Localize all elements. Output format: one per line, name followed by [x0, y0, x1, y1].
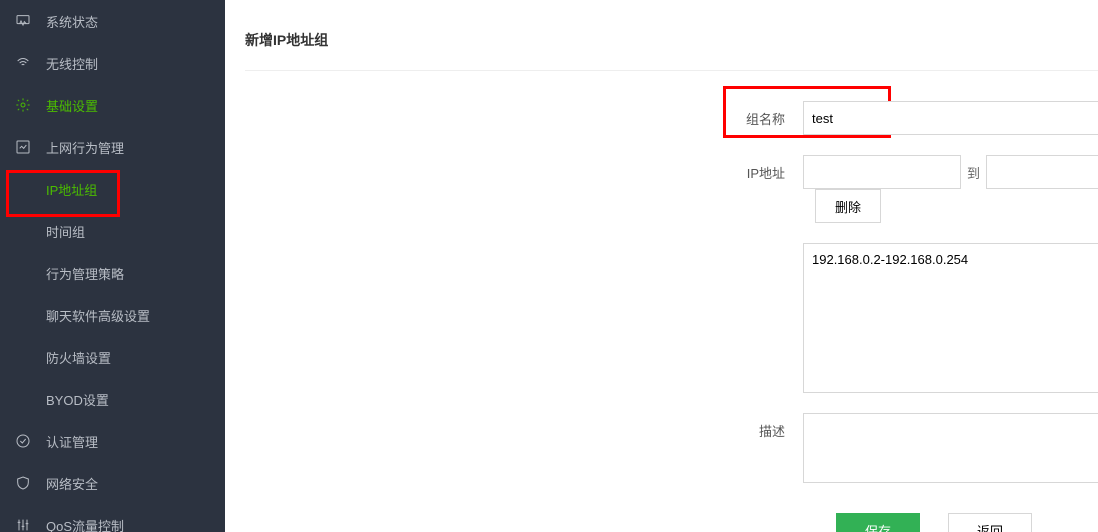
- group-name-label: 组名称: [245, 101, 803, 128]
- sidebar-sub-ip-group[interactable]: IP地址组: [0, 168, 225, 210]
- sidebar-item-qos[interactable]: QoS流量控制: [0, 504, 225, 532]
- description-label: 描述: [245, 413, 803, 440]
- sidebar: 系统状态 无线控制 基础设置 上网行为管理 IP地址组 时间组 行为管理策略 聊…: [0, 0, 225, 532]
- sidebar-label: 无线控制: [46, 54, 98, 73]
- sidebar-label: 认证管理: [46, 432, 98, 451]
- ip-list-textarea[interactable]: [803, 243, 1098, 393]
- save-button[interactable]: 保存: [836, 513, 920, 532]
- gear-icon: [14, 96, 32, 114]
- delete-button[interactable]: 删除: [815, 189, 881, 223]
- sidebar-label: 系统状态: [46, 12, 98, 31]
- page-title: 新增IP地址组: [245, 20, 1098, 71]
- group-name-input[interactable]: [803, 101, 1098, 135]
- ip-end-input[interactable]: [986, 155, 1098, 189]
- sidebar-label: 网络安全: [46, 474, 98, 493]
- sidebar-label: QoS流量控制: [46, 516, 124, 532]
- sidebar-item-system-status[interactable]: 系统状态: [0, 0, 225, 42]
- sidebar-sub-firewall[interactable]: 防火墙设置: [0, 336, 225, 378]
- check-circle-icon: [14, 432, 32, 450]
- sidebar-item-auth-mgmt[interactable]: 认证管理: [0, 420, 225, 462]
- sidebar-sub-byod[interactable]: BYOD设置: [0, 378, 225, 420]
- sidebar-label: 基础设置: [46, 96, 98, 115]
- chart-icon: [14, 138, 32, 156]
- back-button[interactable]: 返回: [948, 513, 1032, 532]
- ip-range-separator: 到: [967, 163, 980, 182]
- sidebar-item-wireless[interactable]: 无线控制: [0, 42, 225, 84]
- shield-icon: [14, 474, 32, 492]
- sliders-icon: [14, 516, 32, 532]
- sidebar-item-network-security[interactable]: 网络安全: [0, 462, 225, 504]
- sidebar-item-basic-settings[interactable]: 基础设置: [0, 84, 225, 126]
- sidebar-sub-behavior-policy[interactable]: 行为管理策略: [0, 252, 225, 294]
- description-textarea[interactable]: [803, 413, 1098, 483]
- sidebar-label: 上网行为管理: [46, 138, 124, 157]
- sidebar-sub-chat-advanced[interactable]: 聊天软件高级设置: [0, 294, 225, 336]
- wifi-icon: [14, 54, 32, 72]
- monitor-icon: [14, 12, 32, 30]
- sidebar-item-behavior-mgmt[interactable]: 上网行为管理: [0, 126, 225, 168]
- main-content: 新增IP地址组 组名称 IP地址 到 添加 删除: [225, 0, 1098, 532]
- sidebar-submenu: IP地址组 时间组 行为管理策略 聊天软件高级设置 防火墙设置 BYOD设置: [0, 168, 225, 420]
- sidebar-sub-time-group[interactable]: 时间组: [0, 210, 225, 252]
- ip-address-label: IP地址: [245, 155, 803, 182]
- ip-start-input[interactable]: [803, 155, 961, 189]
